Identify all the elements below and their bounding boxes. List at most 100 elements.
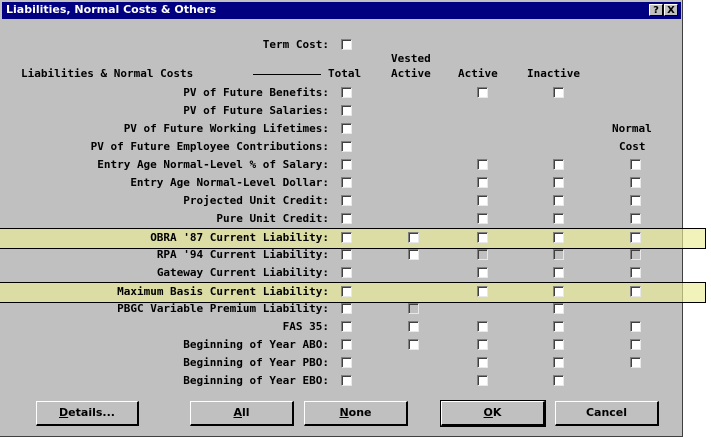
ok-label: K	[492, 406, 502, 419]
none-button[interactable]: None	[304, 401, 408, 426]
all-mnemonic: A	[233, 406, 242, 419]
row-label: Beginning of Year EBO:	[183, 374, 329, 387]
cb-total[interactable]	[341, 141, 352, 152]
cb-active[interactable]	[477, 321, 488, 332]
section-label: Liabilities & Normal Costs	[21, 67, 194, 80]
cb-active[interactable]	[477, 232, 488, 243]
cb-total[interactable]	[341, 303, 352, 314]
cb-active[interactable]	[477, 267, 488, 278]
header-normal-1: Normal	[612, 122, 652, 135]
cb-total[interactable]	[341, 195, 352, 206]
cb-active[interactable]	[477, 286, 488, 297]
cb-normal-cost[interactable]	[630, 195, 641, 206]
cb-normal-cost[interactable]	[630, 159, 641, 170]
cb-total[interactable]	[341, 249, 352, 260]
row-label: FAS 35:	[282, 320, 329, 333]
cb-inactive[interactable]	[553, 213, 564, 224]
term-cost-checkbox[interactable]	[341, 39, 352, 50]
cb-total[interactable]	[341, 123, 352, 134]
row-label: PV of Future Employee Contributions:	[90, 140, 329, 153]
row-label: PV of Future Working Lifetimes:	[123, 122, 329, 135]
ok-mnemonic: O	[483, 406, 493, 419]
cb-inactive[interactable]	[553, 195, 564, 206]
cb-active[interactable]	[477, 159, 488, 170]
cb-inactive[interactable]	[553, 177, 564, 188]
row-label: PV of Future Benefits:	[183, 86, 329, 99]
cb-vested-active[interactable]	[408, 303, 419, 314]
cb-active[interactable]	[477, 339, 488, 350]
cb-inactive[interactable]	[553, 321, 564, 332]
cb-vested-active[interactable]	[408, 339, 419, 350]
cb-inactive[interactable]	[553, 267, 564, 278]
none-mnemonic: N	[339, 406, 349, 419]
header-active: Active	[458, 67, 498, 80]
cb-active[interactable]	[477, 177, 488, 188]
cb-normal-cost[interactable]	[630, 339, 641, 350]
cb-total[interactable]	[341, 321, 352, 332]
header-total: Total	[328, 67, 362, 80]
cb-inactive[interactable]	[553, 286, 564, 297]
cb-normal-cost[interactable]	[630, 232, 641, 243]
cb-vested-active[interactable]	[408, 249, 419, 260]
cb-total[interactable]	[341, 232, 352, 243]
row-label: PBGC Variable Premium Liability:	[117, 302, 329, 315]
details-mnemonic: D	[59, 406, 69, 419]
cb-inactive[interactable]	[553, 249, 564, 260]
cb-inactive[interactable]	[553, 232, 564, 243]
details-label: etails...	[68, 406, 115, 419]
cb-vested-active[interactable]	[408, 232, 419, 243]
cb-total[interactable]	[341, 357, 352, 368]
cb-normal-cost[interactable]	[630, 267, 641, 278]
cb-normal-cost[interactable]	[630, 177, 641, 188]
window-title: Liabilities, Normal Costs & Others	[6, 3, 217, 16]
cb-normal-cost[interactable]	[630, 286, 641, 297]
row-label: Projected Unit Credit:	[183, 194, 329, 207]
cb-inactive[interactable]	[553, 375, 564, 386]
cb-total[interactable]	[341, 375, 352, 386]
cb-normal-cost[interactable]	[630, 357, 641, 368]
cb-normal-cost[interactable]	[630, 213, 641, 224]
cb-total[interactable]	[341, 177, 352, 188]
cb-total[interactable]	[341, 267, 352, 278]
liabilities-dialog: Liabilities, Normal Costs & Others ? X T…	[0, 0, 706, 437]
header-vested-2: Active	[391, 67, 431, 80]
row-label: Beginning of Year ABO:	[183, 338, 329, 351]
title-bar: Liabilities, Normal Costs & Others ? X	[2, 2, 681, 19]
all-label: ll	[241, 406, 250, 419]
row-label: Maximum Basis Current Liability:	[117, 285, 329, 298]
ok-button[interactable]: OK	[440, 400, 546, 427]
highlight-maxbasis	[0, 282, 706, 303]
row-label: PV of Future Salaries:	[183, 104, 329, 117]
section-divider	[253, 74, 321, 75]
cb-total[interactable]	[341, 213, 352, 224]
cb-active[interactable]	[477, 357, 488, 368]
help-button[interactable]: ?	[649, 4, 663, 16]
cb-inactive[interactable]	[553, 303, 564, 314]
cb-active[interactable]	[477, 87, 488, 98]
cb-active[interactable]	[477, 213, 488, 224]
cb-inactive[interactable]	[553, 357, 564, 368]
cb-normal-cost[interactable]	[630, 249, 641, 260]
cb-inactive[interactable]	[553, 339, 564, 350]
cb-total[interactable]	[341, 339, 352, 350]
cb-active[interactable]	[477, 195, 488, 206]
row-label: Entry Age Normal-Level % of Salary:	[97, 158, 329, 171]
row-label: RPA '94 Current Liability:	[156, 248, 329, 261]
header-normal-2: Cost	[619, 140, 646, 153]
all-button[interactable]: All	[190, 401, 294, 426]
cb-active[interactable]	[477, 375, 488, 386]
details-button[interactable]: Details...	[36, 401, 139, 426]
cancel-button[interactable]: Cancel	[555, 401, 659, 426]
cb-active[interactable]	[477, 249, 488, 260]
header-inactive: Inactive	[527, 67, 580, 80]
cb-total[interactable]	[341, 159, 352, 170]
cb-inactive[interactable]	[553, 87, 564, 98]
cb-vested-active[interactable]	[408, 321, 419, 332]
cb-total[interactable]	[341, 286, 352, 297]
close-button[interactable]: X	[664, 4, 678, 16]
cb-normal-cost[interactable]	[630, 321, 641, 332]
cb-total[interactable]	[341, 105, 352, 116]
header-vested-1: Vested	[391, 52, 431, 65]
cb-total[interactable]	[341, 87, 352, 98]
cb-inactive[interactable]	[553, 159, 564, 170]
